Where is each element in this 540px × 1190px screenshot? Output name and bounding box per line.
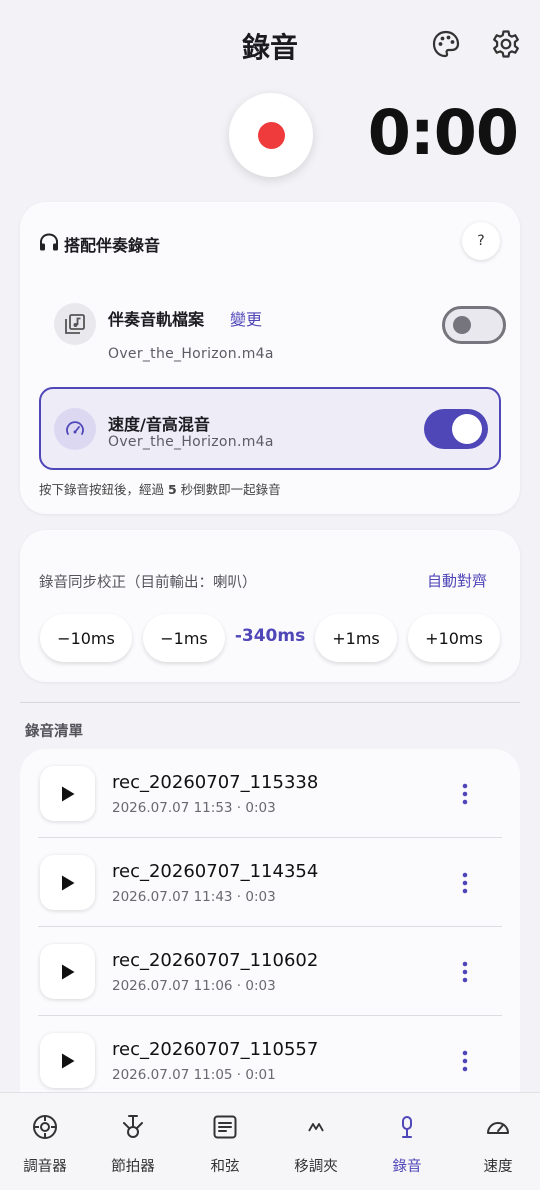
music-library-icon	[54, 303, 96, 345]
play-icon[interactable]	[40, 1033, 95, 1088]
mic-icon	[393, 1113, 421, 1141]
recording-name: rec_20260707_110602	[112, 950, 319, 971]
auto-align-button[interactable]: 自動對齊	[427, 570, 487, 591]
speed-mix-label: 速度/音高混音	[108, 415, 210, 434]
sync-offset-value: -340ms	[234, 626, 306, 646]
more-vert-icon[interactable]	[460, 782, 470, 806]
backing-title-text: 搭配伴奏錄音	[64, 236, 161, 255]
nav-item-speed[interactable]: 速度	[453, 1093, 540, 1190]
backing-track-card: 搭配伴奏錄音 ? 伴奏音軌檔案 變更 Over_the_Horizon.m4a	[20, 202, 520, 514]
more-vert-icon[interactable]	[460, 960, 470, 984]
plus-1ms-button[interactable]: +1ms	[315, 614, 397, 662]
track-file-name: Over_the_Horizon.m4a	[108, 346, 274, 362]
recording-meta: 2026.07.07 11:43 · 0:03	[112, 889, 276, 905]
backing-track-toggle[interactable]	[442, 306, 506, 344]
more-vert-icon[interactable]	[460, 1049, 470, 1073]
nav-label: 和弦	[210, 1159, 240, 1175]
recording-timer: 0:00	[367, 96, 519, 169]
recording-name: rec_20260707_115338	[112, 772, 319, 793]
record-dot-icon	[257, 121, 285, 149]
play-icon[interactable]	[40, 855, 95, 910]
toggle-knob	[453, 316, 471, 334]
recordings-list-title: 錄音清單	[25, 724, 83, 740]
bottom-navigation: 調音器 節拍器 和弦 移調夾 錄音 速度	[0, 1092, 540, 1190]
backing-title: 搭配伴奏錄音	[38, 232, 160, 256]
recording-meta: 2026.07.07 11:05 · 0:01	[112, 1067, 276, 1083]
nav-item-metronome[interactable]: 節拍器	[88, 1093, 178, 1190]
sync-calibration-card: 錄音同步校正（目前輸出：喇叭） 自動對齊 −10ms −1ms -340ms +…	[20, 530, 520, 682]
plus-10ms-button[interactable]: +10ms	[408, 614, 500, 662]
track-label: 伴奏音軌檔案	[108, 310, 205, 329]
metronome-icon	[119, 1113, 147, 1141]
section-divider	[20, 702, 520, 703]
play-icon[interactable]	[40, 944, 95, 999]
play-icon[interactable]	[40, 766, 95, 821]
change-track-link[interactable]: 變更	[230, 306, 262, 330]
nav-label: 節拍器	[111, 1159, 155, 1175]
nav-item-record[interactable]: 錄音	[362, 1093, 452, 1190]
minus-1ms-button[interactable]: −1ms	[143, 614, 225, 662]
speed-mix-file-name: Over_the_Horizon.m4a	[108, 434, 274, 450]
app-header: 錄音	[0, 0, 540, 90]
toggle-knob	[452, 414, 482, 444]
gear-icon[interactable]	[490, 28, 522, 60]
chord-icon	[211, 1113, 239, 1141]
recording-meta: 2026.07.07 11:06 · 0:03	[112, 978, 276, 994]
nav-item-capo[interactable]: 移調夾	[271, 1093, 361, 1190]
countdown-hint: 按下錄音按鈕後，經過 5 秒倒數即一起錄音	[39, 482, 281, 497]
help-button[interactable]: ?	[462, 222, 500, 260]
palette-icon[interactable]	[430, 28, 462, 60]
speed-icon	[484, 1113, 512, 1141]
minus-10ms-button[interactable]: −10ms	[40, 614, 132, 662]
nav-label: 移調夾	[294, 1159, 338, 1175]
more-vert-icon[interactable]	[460, 871, 470, 895]
nav-item-chord[interactable]: 和弦	[180, 1093, 270, 1190]
sync-label: 錄音同步校正（目前輸出：喇叭）	[39, 575, 257, 591]
list-item[interactable]: rec_20260707_115338 2026.07.07 11:53 · 0…	[20, 749, 520, 838]
speed-mix-toggle[interactable]	[424, 409, 488, 449]
nav-item-tuner[interactable]: 調音器	[0, 1093, 90, 1190]
recordings-list: rec_20260707_115338 2026.07.07 11:53 · 0…	[20, 749, 520, 1119]
record-button[interactable]	[229, 93, 313, 177]
recording-name: rec_20260707_110557	[112, 1039, 319, 1060]
list-item[interactable]: rec_20260707_110602 2026.07.07 11:06 · 0…	[20, 927, 520, 1016]
recording-name: rec_20260707_114354	[112, 861, 319, 882]
list-item[interactable]: rec_20260707_114354 2026.07.07 11:43 · 0…	[20, 838, 520, 927]
tuner-icon	[31, 1113, 59, 1141]
headphones-icon	[38, 232, 60, 256]
backing-track-option[interactable]: 伴奏音軌檔案 變更 Over_the_Horizon.m4a	[38, 282, 506, 378]
recording-meta: 2026.07.07 11:53 · 0:03	[112, 800, 276, 816]
nav-label: 速度	[483, 1159, 513, 1175]
speed-pitch-mix-option[interactable]: 速度/音高混音 Over_the_Horizon.m4a	[39, 387, 501, 470]
capo-icon	[302, 1113, 330, 1141]
nav-label: 錄音	[392, 1159, 422, 1175]
speedometer-icon	[54, 408, 96, 450]
nav-label: 調音器	[23, 1159, 67, 1175]
